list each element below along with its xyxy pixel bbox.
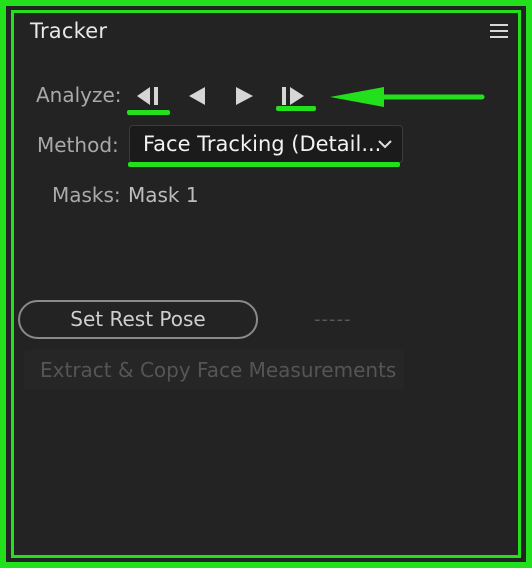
hamburger-icon[interactable] bbox=[490, 24, 508, 40]
left-arrow-icon bbox=[330, 87, 485, 107]
triangle-right-icon bbox=[236, 87, 253, 105]
masks-value: Mask 1 bbox=[128, 183, 199, 207]
method-dropdown[interactable]: Face Tracking (Detail... bbox=[129, 125, 403, 163]
track-backward-all-button[interactable] bbox=[134, 82, 166, 110]
masks-label: Masks: bbox=[52, 183, 121, 207]
method-selected-value: Face Tracking (Detail... bbox=[143, 132, 382, 156]
panel-title: Tracker bbox=[30, 19, 108, 43]
annotation-underline bbox=[128, 162, 400, 167]
track-backward-one-button[interactable] bbox=[182, 82, 214, 110]
track-forward-one-button[interactable] bbox=[228, 82, 260, 110]
annotation-underline bbox=[127, 110, 170, 115]
extract-copy-face-measurements-button[interactable]: Extract & Copy Face Measurements bbox=[24, 350, 404, 390]
step-back-bar-icon bbox=[137, 87, 158, 105]
chevron-down-icon bbox=[378, 140, 392, 149]
annotation-underline bbox=[276, 106, 316, 111]
analyze-label: Analyze: bbox=[36, 83, 122, 107]
triangle-left-icon bbox=[189, 87, 205, 105]
method-label: Method: bbox=[37, 133, 119, 157]
set-rest-pose-button[interactable]: Set Rest Pose bbox=[18, 300, 258, 339]
rest-pose-status: ----- bbox=[314, 309, 352, 330]
